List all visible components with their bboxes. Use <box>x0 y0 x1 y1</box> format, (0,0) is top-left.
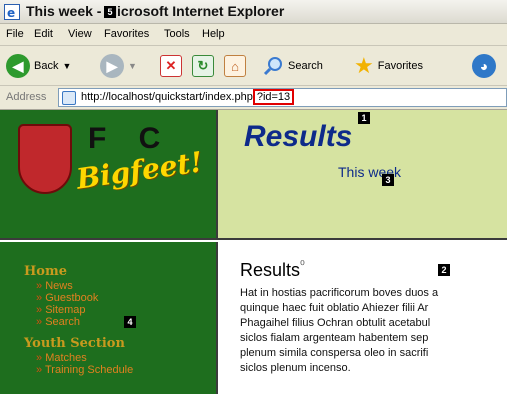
paragraph-line: Phagaihel filius Ochran obtulit acetabul <box>240 317 431 329</box>
media-button[interactable]: ◕ <box>472 52 496 80</box>
favorites-label: Favorites <box>377 60 423 72</box>
menu-edit[interactable]: Edit <box>34 28 53 40</box>
stop-button[interactable]: ✕ <box>160 52 182 80</box>
annotation-marker-5: 5 <box>104 6 116 18</box>
url-query-highlight: ?id=13 <box>252 89 295 105</box>
menu-view[interactable]: View <box>68 28 92 40</box>
star-icon: ★ <box>354 53 374 78</box>
nav-item-training-schedule[interactable]: Training Schedule <box>36 364 133 376</box>
media-icon: ◕ <box>472 54 496 78</box>
ie-icon: e <box>4 4 20 20</box>
paragraph-line: siclos fialam argenteam habentem sep <box>240 332 429 344</box>
chevron-down-icon: ▼ <box>128 61 137 71</box>
annotation-marker-1: 1 <box>358 112 370 124</box>
menu-favorites[interactable]: Favorites <box>104 28 149 40</box>
title-bar: e This week - Microsoft Internet Explore… <box>0 0 507 24</box>
content-paragraph: Hat in hostias pacrificorum boves duos a… <box>240 286 507 376</box>
home-icon: ⌂ <box>224 55 246 77</box>
edit-link-icon[interactable]: ⁰ <box>300 258 305 272</box>
nav-item-guestbook[interactable]: Guestbook <box>36 292 98 304</box>
menu-file[interactable]: File <box>6 28 24 40</box>
home-button[interactable]: ⌂ <box>224 52 246 80</box>
nav-item-sitemap[interactable]: Sitemap <box>36 304 85 316</box>
annotation-marker-2: 2 <box>438 264 450 276</box>
back-button[interactable]: ◀ Back ▼ <box>6 52 71 80</box>
club-crest-icon <box>18 124 72 194</box>
svg-text:e: e <box>7 6 15 20</box>
main-content: Results⁰ Hat in hostias pacrificorum bov… <box>218 242 507 394</box>
address-field[interactable]: http://localhost/quickstart/index.php ?id… <box>58 88 507 107</box>
page-icon <box>62 91 76 105</box>
chevron-down-icon: ▼ <box>62 61 72 71</box>
url-base: http://localhost/quickstart/index.php <box>81 91 253 103</box>
address-label: Address <box>6 91 47 103</box>
content-title-text: Results <box>240 260 301 280</box>
search-button[interactable]: Search <box>262 52 323 80</box>
search-label: Search <box>288 60 323 72</box>
paragraph-line: quinque haec fuit oblatio Ahiezer filii … <box>240 302 429 314</box>
paragraph-line: plenum simila conspersa oleo in sacrifi <box>240 347 429 359</box>
web-page: F C Bigfeet! Results This week Home News… <box>0 110 507 394</box>
back-arrow-icon: ◀ <box>6 54 30 78</box>
toolbar: ◀ Back ▼ ▶ ▼ ✕ ↻ ⌂ Search ★ Favorites ◕ <box>0 46 507 86</box>
content-title: Results⁰ <box>240 258 305 281</box>
sidebar-nav: Home News Guestbook Sitemap Search Youth… <box>0 242 218 394</box>
back-label: Back <box>34 60 59 72</box>
nav-item-search[interactable]: Search <box>36 316 80 328</box>
menu-help[interactable]: Help <box>202 28 225 40</box>
annotation-marker-4: 4 <box>124 316 136 328</box>
refresh-button[interactable]: ↻ <box>192 52 214 80</box>
nav-heading-youth-section[interactable]: Youth Section <box>24 336 125 351</box>
annotation-marker-3: 3 <box>382 174 394 186</box>
paragraph-line: siclos plenum incenso. <box>240 362 351 374</box>
refresh-icon: ↻ <box>192 55 214 77</box>
window-title: This week - Microsoft Internet Explorer <box>26 3 285 19</box>
forward-button[interactable]: ▶ ▼ <box>100 52 137 80</box>
nav-item-matches[interactable]: Matches <box>36 352 87 364</box>
address-bar: Address http://localhost/quickstart/inde… <box>0 86 507 110</box>
page-header: Results This week <box>218 110 507 240</box>
paragraph-line: Hat in hostias pacrificorum boves duos a <box>240 287 439 299</box>
nav-heading-home[interactable]: Home <box>24 264 67 279</box>
address-url[interactable]: http://localhost/quickstart/index.php ?id… <box>81 89 295 105</box>
page-title: Results <box>244 120 353 153</box>
stop-icon: ✕ <box>160 55 182 77</box>
nav-item-news[interactable]: News <box>36 280 73 292</box>
menu-bar: File Edit View Favorites Tools Help <box>0 24 507 46</box>
menu-tools[interactable]: Tools <box>164 28 190 40</box>
favorites-button[interactable]: ★ Favorites <box>354 52 423 80</box>
search-icon <box>263 57 282 76</box>
forward-arrow-icon: ▶ <box>100 54 124 78</box>
logo-area: F C Bigfeet! <box>0 110 218 240</box>
